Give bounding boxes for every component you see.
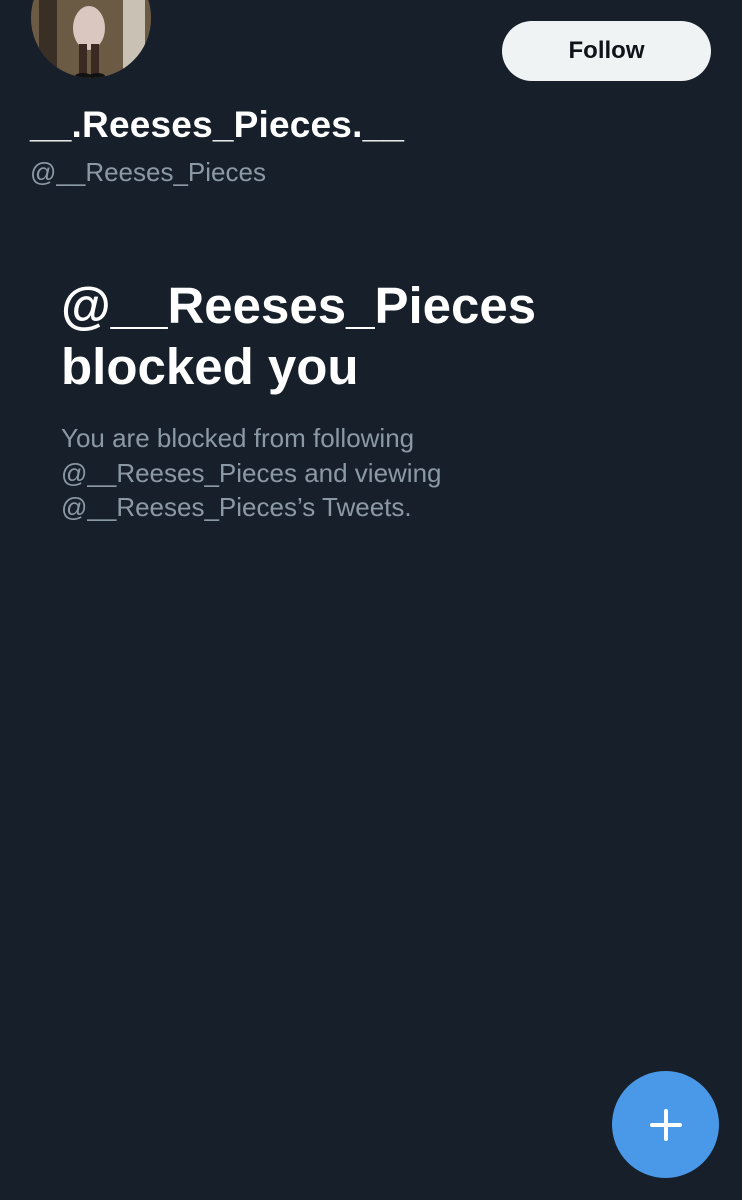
profile-display-name: __.Reeses_Pieces.__ <box>30 104 405 145</box>
blocked-description: You are blocked from following @__Reeses… <box>61 421 621 525</box>
compose-tweet-button[interactable] <box>612 1071 719 1178</box>
avatar-photo <box>31 0 151 78</box>
blocked-description-line: @__Reeses_Pieces and viewing <box>61 457 442 488</box>
blocked-heading-line: blocked you <box>61 338 359 395</box>
profile-handle: @__Reeses_Pieces <box>30 157 266 187</box>
blocked-heading: @__Reeses_Pieces blocked you <box>61 275 661 397</box>
blocked-heading-line: @__Reeses_Pieces <box>61 277 537 334</box>
follow-button[interactable]: Follow <box>502 21 711 81</box>
profile-avatar[interactable] <box>31 0 151 78</box>
plus-icon <box>649 1108 682 1141</box>
blocked-description-line: @__Reeses_Pieces’s Tweets. <box>61 492 412 522</box>
blocked-description-line: You are blocked from following <box>61 423 415 453</box>
